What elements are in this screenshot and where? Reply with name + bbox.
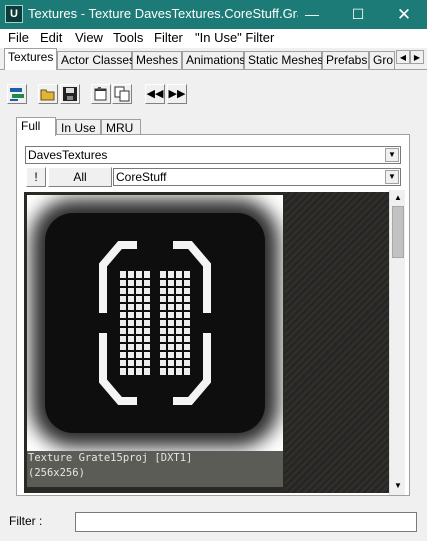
menu-view[interactable]: View [75, 30, 103, 45]
texture-viewport[interactable]: Texture Grate15proj [DXT1] (256x256) [24, 192, 389, 493]
texture-thumbnail-selected[interactable] [27, 195, 283, 451]
close-icon[interactable]: ✕ [381, 0, 427, 29]
save-icon[interactable] [60, 84, 80, 104]
tab-groups[interactable]: Gro [369, 51, 395, 69]
properties-icon[interactable] [91, 84, 111, 104]
chevron-down-icon[interactable]: ▼ [385, 148, 399, 162]
menu-filter[interactable]: Filter [154, 30, 183, 45]
tab-scroll-left-icon[interactable]: ◀ [396, 50, 410, 64]
scrollbar-thumb[interactable] [392, 206, 404, 258]
all-button[interactable]: All [48, 167, 112, 187]
grate-texture-image [45, 213, 265, 433]
exclaim-button[interactable]: ! [26, 167, 46, 187]
menu-bar: File Edit View Tools Filter "In Use" Fil… [0, 29, 427, 48]
texture-size-label: (256x256) [28, 467, 85, 479]
menu-file[interactable]: File [8, 30, 29, 45]
tab-animations[interactable]: Animations [182, 51, 245, 69]
tab-static-meshes[interactable]: Static Meshes [244, 51, 323, 69]
texture-thumbnail-rock[interactable] [285, 192, 389, 493]
open-folder-icon[interactable] [38, 84, 58, 104]
window-title: Textures - Texture DavesTextures.CoreStu… [28, 6, 298, 21]
tab-meshes[interactable]: Meshes [132, 51, 182, 69]
scroll-down-icon[interactable]: ▼ [391, 478, 405, 494]
tab-prefabs[interactable]: Prefabs [322, 51, 369, 69]
package-combo[interactable]: DavesTextures ▼ [25, 146, 401, 164]
package-combo-value: DavesTextures [28, 148, 108, 162]
next-icon[interactable]: ▶▶ [167, 84, 187, 104]
texture-name-label: Texture Grate15proj [DXT1] [28, 452, 193, 464]
title-bar[interactable]: U Textures - Texture DavesTextures.CoreS… [0, 0, 427, 29]
scroll-up-icon[interactable]: ▲ [391, 190, 405, 206]
tab-actor-classes[interactable]: Actor Classes [57, 51, 135, 69]
dock-icon[interactable] [7, 84, 27, 104]
app-icon[interactable]: U [5, 5, 23, 23]
group-combo-value: CoreStuff [116, 170, 167, 184]
menu-in-use-filter[interactable]: "In Use" Filter [195, 30, 274, 45]
tab-full[interactable]: Full [16, 117, 56, 136]
group-combo[interactable]: CoreStuff ▼ [113, 168, 401, 186]
filter-label: Filter : [9, 514, 43, 528]
menu-edit[interactable]: Edit [40, 30, 62, 45]
tab-divider [0, 69, 427, 70]
grate-graphic [99, 241, 211, 405]
chevron-down-icon[interactable]: ▼ [385, 170, 399, 184]
maximize-icon[interactable]: ☐ [335, 0, 381, 29]
prev-icon[interactable]: ◀◀ [145, 84, 165, 104]
menu-tools[interactable]: Tools [113, 30, 143, 45]
texture-caption: Texture Grate15proj [DXT1] (256x256) [27, 451, 283, 487]
tab-textures[interactable]: Textures [4, 48, 57, 70]
viewport-scrollbar[interactable]: ▲ ▼ [389, 190, 405, 495]
browser-tab-strip: Textures Actor Classes Meshes Animations… [0, 48, 427, 70]
copy-icon[interactable] [112, 84, 132, 104]
minimize-icon[interactable]: — [289, 0, 335, 29]
tab-scroll-right-icon[interactable]: ▶ [410, 50, 424, 64]
filter-input[interactable] [75, 512, 417, 532]
